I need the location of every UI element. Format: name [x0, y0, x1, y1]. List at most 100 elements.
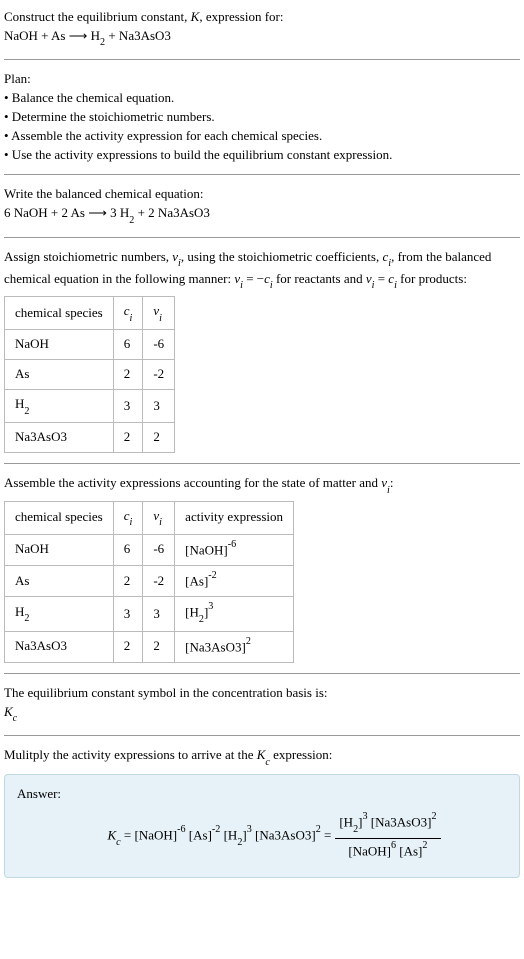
stoich-text: = −: [243, 271, 264, 286]
i-sub: i: [178, 258, 181, 269]
balanced-eq-b: + 2 Na3AsO3: [134, 205, 210, 220]
activity-table: chemical species ci νi activity expressi…: [4, 501, 294, 663]
stoich-text: =: [374, 271, 388, 286]
eq-text: [Na3AsO3]: [252, 827, 316, 842]
exp: 3: [247, 824, 252, 835]
i-sub: i: [240, 280, 243, 291]
num-text: [Na3AsO3]: [368, 815, 432, 830]
cell-species: Na3AsO3: [5, 631, 114, 662]
answer-label: Answer:: [17, 785, 507, 804]
sub: 2: [353, 824, 358, 835]
act-exp: 2: [246, 636, 251, 647]
col-c: ci: [113, 501, 143, 534]
fraction-denominator: [NaOH]6 [As]2: [344, 839, 431, 861]
plan-header: Plan:: [4, 70, 520, 89]
cell-v: 2: [143, 423, 175, 453]
act-base: [NaOH]: [185, 542, 228, 557]
col-activity: activity expression: [175, 501, 294, 534]
Kc-K: K: [4, 704, 13, 719]
exp: 6: [391, 840, 396, 851]
multiply-section: Mulitply the activity expressions to arr…: [4, 746, 520, 878]
nu: ν: [366, 271, 372, 286]
table-row: As 2 -2 [As]-2: [5, 565, 294, 596]
stoich-text: Assign stoichiometric numbers,: [4, 249, 172, 264]
stoich-table: chemical species ci νi NaOH 6 -6 As 2 -2…: [4, 296, 175, 453]
header-text: chemical species: [15, 305, 103, 320]
cell-activity: [Na3AsO3]2: [175, 631, 294, 662]
cell-species: Na3AsO3: [5, 423, 114, 453]
answer-fraction: [H2]3 [Na3AsO3]2 [NaOH]6 [As]2: [335, 812, 440, 861]
cell-c: 6: [113, 330, 143, 360]
cell-v: -6: [143, 534, 175, 565]
divider: [4, 237, 520, 238]
cell-c: 2: [113, 631, 143, 662]
sub-2: 2: [100, 37, 105, 48]
cell-v: 3: [143, 390, 175, 423]
cell-species: NaOH: [5, 534, 114, 565]
cell-c: 3: [113, 390, 143, 423]
stoich-text: for products:: [397, 271, 467, 286]
Kc-K: K: [108, 827, 117, 842]
activity-section: Assemble the activity expressions accoun…: [4, 474, 520, 663]
assemble-text: Assemble the activity expressions accoun…: [4, 475, 381, 490]
num-text: [H: [339, 815, 353, 830]
cell-v: -2: [143, 360, 175, 390]
cell-activity: [As]-2: [175, 565, 294, 596]
species-sub: 2: [24, 406, 29, 417]
act-exp: -2: [208, 570, 216, 581]
species-text: H: [15, 396, 24, 411]
assemble-text: :: [390, 475, 394, 490]
cell-c: 2: [113, 423, 143, 453]
fraction-numerator: [H2]3 [Na3AsO3]2: [335, 812, 440, 839]
sub: 2: [237, 837, 242, 848]
table-header-row: chemical species ci νi: [5, 297, 175, 330]
cell-activity: [H2]3: [175, 597, 294, 632]
Kc-c: c: [265, 757, 270, 768]
header-sub: i: [130, 313, 133, 324]
eq-symbol-section: The equilibrium constant symbol in the c…: [4, 684, 520, 725]
Kc-c: c: [13, 713, 18, 724]
act-exp: 3: [208, 601, 213, 612]
cell-species: As: [5, 565, 114, 596]
cell-c: 2: [113, 360, 143, 390]
den-text: [As]: [396, 843, 422, 858]
divider: [4, 673, 520, 674]
den-text: [NaOH]: [348, 843, 391, 858]
divider: [4, 59, 520, 60]
plan-item: • Assemble the activity expression for e…: [4, 127, 520, 146]
col-species: chemical species: [5, 297, 114, 330]
cell-species: NaOH: [5, 330, 114, 360]
cell-c: 6: [113, 534, 143, 565]
stoich-section: Assign stoichiometric numbers, νi, using…: [4, 248, 520, 454]
col-v: νi: [143, 297, 175, 330]
cell-species: H2: [5, 390, 114, 423]
eq-text: = [NaOH]: [121, 827, 177, 842]
cell-v: 2: [143, 631, 175, 662]
balanced-eq-a: 6 NaOH + 2 As ⟶ 3 H: [4, 205, 129, 220]
act-exp: -6: [228, 539, 236, 550]
answer-lhs: Kc = [NaOH]-6 [As]-2 [H2]3 [Na3AsO3]2 =: [108, 825, 332, 849]
sub-2: 2: [129, 215, 134, 226]
stoich-text: for reactants and: [273, 271, 366, 286]
exp: 2: [316, 824, 321, 835]
prompt-text-2: , expression for:: [199, 9, 283, 24]
exp: 2: [431, 811, 436, 822]
multiply-text: expression:: [270, 747, 332, 762]
i-sub: i: [394, 280, 397, 291]
exp: 2: [422, 840, 427, 851]
act-base: [As]: [185, 573, 208, 588]
plan-section: Plan: • Balance the chemical equation. •…: [4, 70, 520, 164]
i-sub: i: [387, 485, 390, 496]
cell-species: H2: [5, 597, 114, 632]
i-sub: i: [270, 280, 273, 291]
table-row: H2 3 3: [5, 390, 175, 423]
header-text: c: [124, 303, 130, 318]
cell-c: 3: [113, 597, 143, 632]
divider: [4, 463, 520, 464]
header-text: c: [124, 508, 130, 523]
i-sub: i: [388, 258, 391, 269]
divider: [4, 735, 520, 736]
unbalanced-equation-b: + Na3AsO3: [105, 28, 171, 43]
species-sub: 2: [24, 613, 29, 624]
equals: =: [321, 827, 332, 842]
